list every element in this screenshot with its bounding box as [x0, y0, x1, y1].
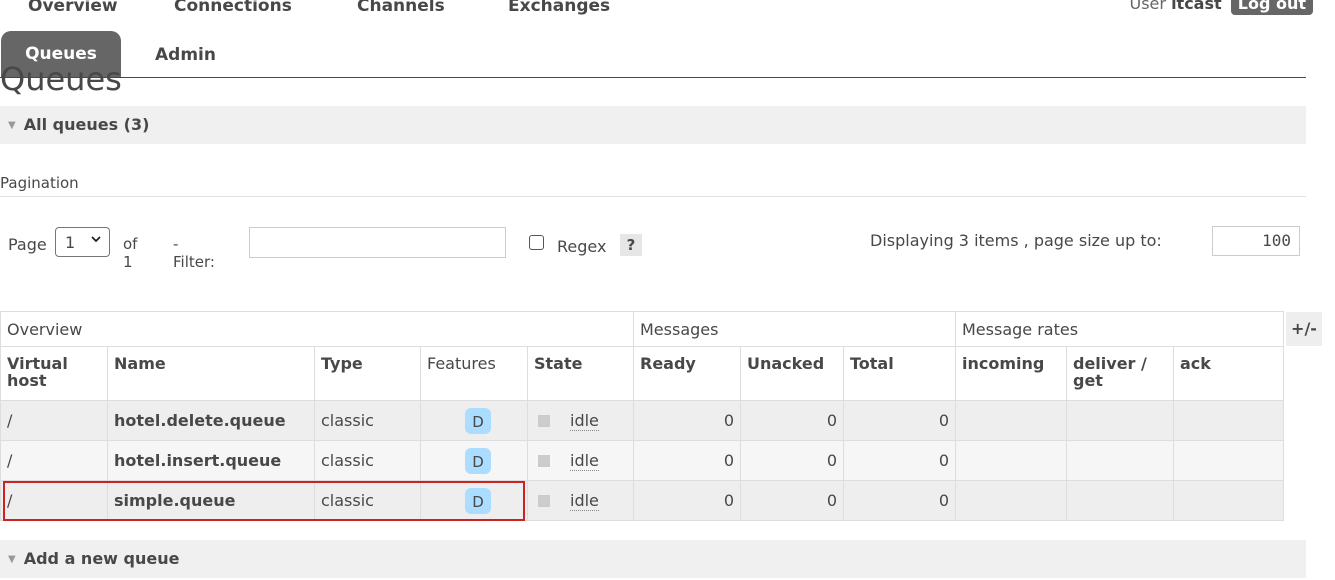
- regex-label: Regex: [557, 237, 607, 256]
- cell-type: classic: [314, 400, 421, 441]
- cell-deliver-get: [1066, 480, 1174, 521]
- cell-incoming: [955, 440, 1067, 481]
- state-indicator-icon: [538, 495, 550, 507]
- cell-unacked: 0: [740, 400, 844, 441]
- durable-badge: D: [465, 407, 491, 434]
- col-total[interactable]: Total: [843, 346, 956, 401]
- page-select-value: 1: [65, 233, 76, 252]
- cell-state: idle: [527, 440, 634, 481]
- queue-name-link[interactable]: hotel.delete.queue: [107, 400, 315, 441]
- page-count-label: of 1: [123, 235, 138, 271]
- filter-input[interactable]: [249, 227, 506, 258]
- col-ack[interactable]: ack: [1173, 346, 1284, 401]
- chevron-down-icon: [90, 233, 102, 248]
- add-queue-label: Add a new queue: [23, 549, 180, 568]
- col-ready[interactable]: Ready: [633, 346, 741, 401]
- col-unacked[interactable]: Unacked: [740, 346, 844, 401]
- nav-connections[interactable]: Connections: [174, 0, 292, 16]
- cell-total: 0: [843, 480, 956, 521]
- nav-divider: [0, 77, 1306, 78]
- add-queue-toggle[interactable]: ▼ Add a new queue: [0, 540, 1306, 578]
- col-state[interactable]: State: [527, 346, 634, 401]
- user-box: User itcast Log out: [1129, 0, 1313, 18]
- cell-unacked: 0: [740, 480, 844, 521]
- all-queues-toggle[interactable]: ▼ All queues (3): [0, 106, 1306, 144]
- state-text: idle: [570, 451, 599, 471]
- toggle-columns-button[interactable]: +/-: [1286, 312, 1322, 346]
- cell-incoming: [955, 400, 1067, 441]
- state-text: idle: [570, 491, 599, 511]
- pagination-divider: [0, 196, 1306, 197]
- cell-state: idle: [527, 400, 634, 441]
- nav-admin[interactable]: Admin: [155, 45, 216, 65]
- nav-channels[interactable]: Channels: [357, 0, 445, 16]
- state-indicator-icon: [538, 455, 550, 467]
- group-message-rates: Message rates: [955, 311, 1284, 347]
- nav-exchanges[interactable]: Exchanges: [508, 0, 610, 16]
- queue-name-link[interactable]: hotel.insert.queue: [107, 440, 315, 481]
- cell-ack: [1173, 440, 1284, 481]
- cell-ready: 0: [633, 440, 741, 481]
- collapse-triangle-icon: ▼: [8, 554, 16, 565]
- regex-help-button[interactable]: ?: [620, 234, 642, 256]
- user-name: itcast: [1171, 0, 1222, 13]
- page-select[interactable]: 1: [55, 227, 110, 257]
- cell-vhost: /: [0, 440, 108, 481]
- cell-ready: 0: [633, 400, 741, 441]
- page-title: Queues: [0, 60, 122, 98]
- col-type[interactable]: Type: [314, 346, 421, 401]
- group-messages: Messages: [633, 311, 956, 347]
- pagination-title: Pagination: [0, 174, 79, 192]
- collapse-triangle-icon: ▼: [8, 120, 16, 131]
- all-queues-label: All queues (3): [23, 115, 150, 134]
- col-features: Features: [420, 346, 528, 401]
- cell-total: 0: [843, 440, 956, 481]
- cell-total: 0: [843, 400, 956, 441]
- col-deliver-get[interactable]: deliver / get: [1066, 346, 1174, 401]
- filter-label: - Filter:: [173, 235, 215, 271]
- col-incoming[interactable]: incoming: [955, 346, 1067, 401]
- cell-ack: [1173, 400, 1284, 441]
- highlight-annotation: [3, 481, 525, 521]
- col-virtual-host[interactable]: Virtual host: [0, 346, 108, 401]
- page-size-input[interactable]: 100: [1212, 226, 1300, 256]
- cell-features: D: [420, 440, 528, 481]
- state-text: idle: [570, 411, 599, 431]
- state-indicator-icon: [538, 415, 550, 427]
- cell-deliver-get: [1066, 400, 1174, 441]
- cell-incoming: [955, 480, 1067, 521]
- cell-features: D: [420, 400, 528, 441]
- displaying-label: Displaying 3 items , page size up to:: [870, 231, 1162, 250]
- page-label: Page: [8, 235, 47, 254]
- user-label: User: [1129, 0, 1166, 13]
- table-row: / hotel.delete.queue classic D idle 0 0 …: [0, 400, 1284, 441]
- cell-type: classic: [314, 440, 421, 481]
- cell-ack: [1173, 480, 1284, 521]
- cell-deliver-get: [1066, 440, 1174, 481]
- cell-state: idle: [527, 480, 634, 521]
- table-row: / hotel.insert.queue classic D idle 0 0 …: [0, 440, 1284, 481]
- cell-unacked: 0: [740, 440, 844, 481]
- cell-ready: 0: [633, 480, 741, 521]
- durable-badge: D: [465, 447, 491, 474]
- group-overview: Overview: [0, 311, 634, 347]
- logout-button[interactable]: Log out: [1230, 0, 1313, 15]
- nav-overview[interactable]: Overview: [28, 0, 118, 16]
- col-name[interactable]: Name: [107, 346, 315, 401]
- cell-vhost: /: [0, 400, 108, 441]
- regex-checkbox[interactable]: [529, 235, 544, 250]
